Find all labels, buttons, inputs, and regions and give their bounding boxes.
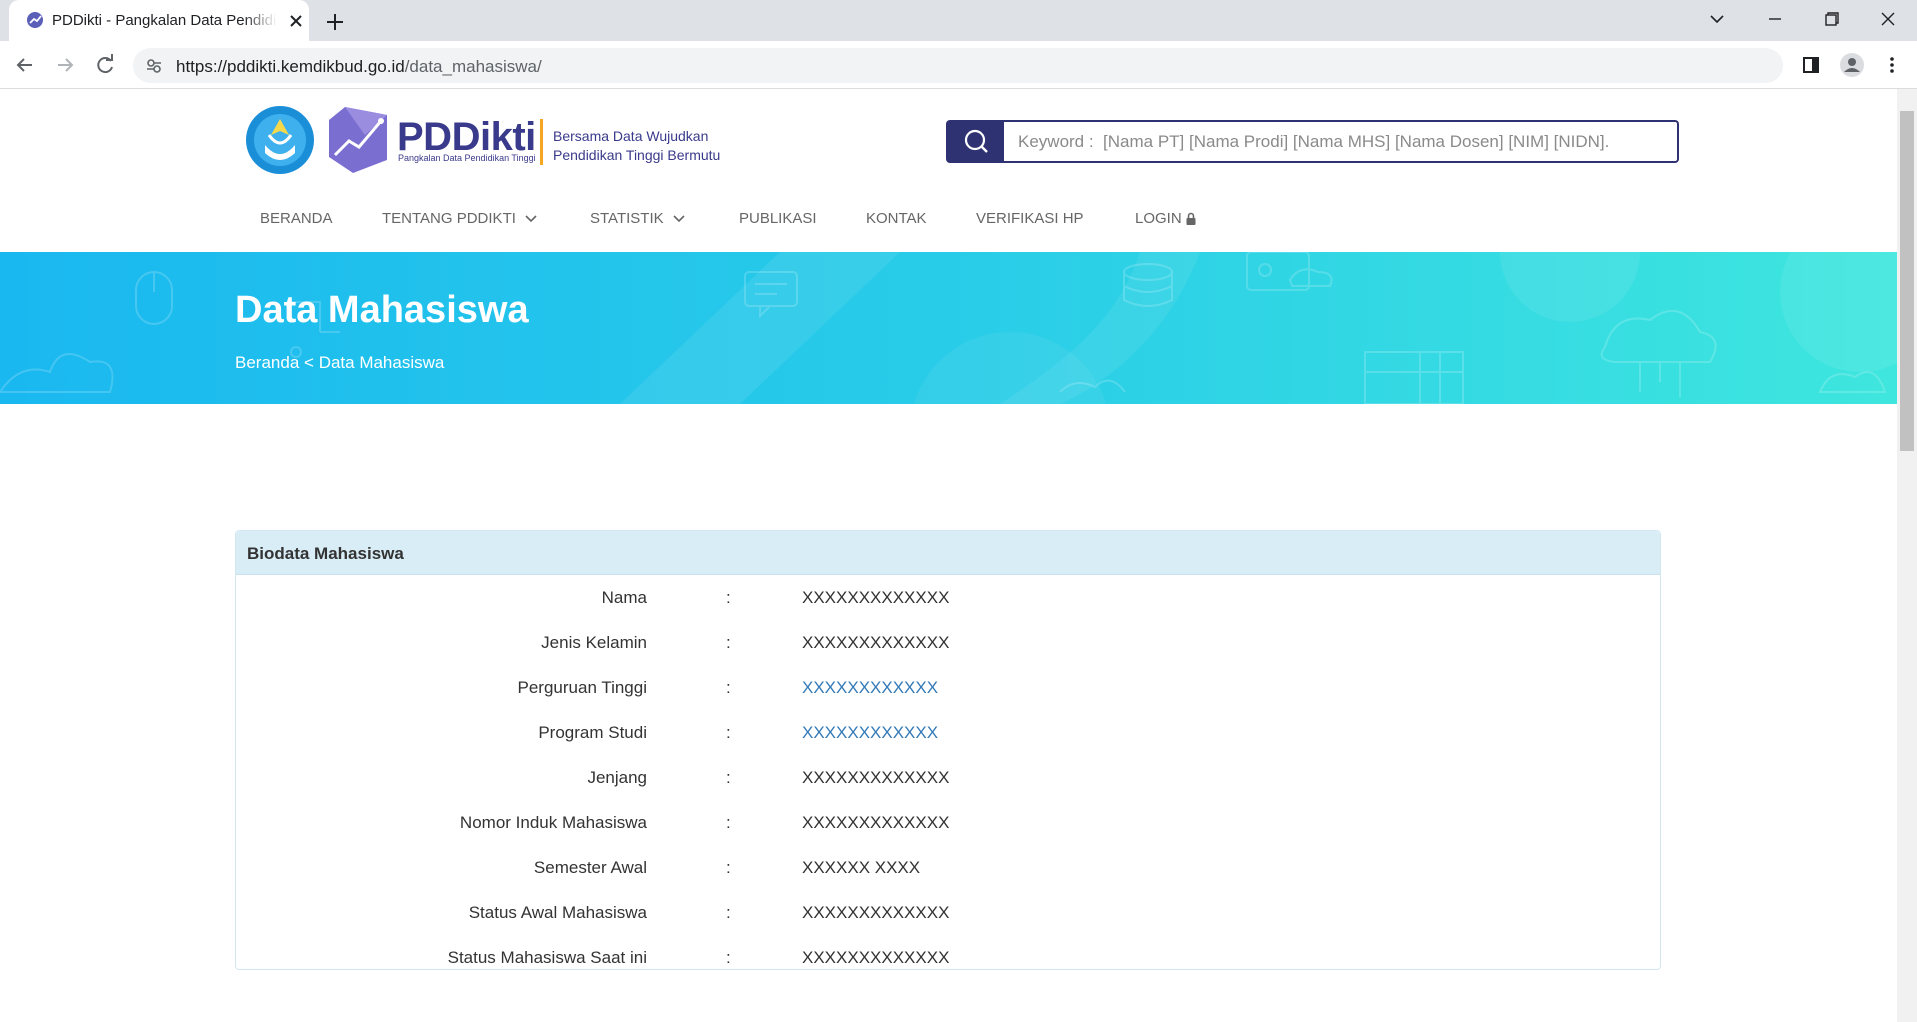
row-separator: : (726, 948, 731, 967)
nav-label: TENTANG PDDIKTI (382, 210, 516, 227)
row-value: XXXXXXXXXXXXX (802, 768, 950, 787)
perguruan-tinggi-link[interactable]: XXXXXXXXXXXX (802, 678, 938, 698)
row-separator: : (726, 858, 731, 877)
row-value: XXXXXXXXXXXXX (802, 588, 950, 607)
row-value: XXXXXXXXXXXXX (802, 903, 950, 922)
chevron-down-icon (673, 215, 685, 223)
logo-divider (540, 119, 543, 165)
nav-label: KONTAK (866, 210, 927, 227)
url-path: /data_mahasiswa/ (404, 57, 542, 76)
tagline-line-1: Bersama Data Wujudkan (553, 128, 709, 144)
row-label: Nama (601, 588, 647, 607)
row-separator: : (726, 588, 731, 607)
restore-icon[interactable] (1816, 6, 1846, 32)
browser-tabstrip: PDDikti - Pangkalan Data Pendidikan Ting… (0, 0, 1917, 41)
biodata-row-jenis-kelamin: Jenis Kelamin : XXXXXXXXXXXXX (236, 620, 1660, 665)
nav-item-publikasi[interactable]: PUBLIKASI (739, 204, 817, 234)
row-value: XXXXXX XXXX (802, 858, 921, 877)
pddikti-favicon-icon (27, 12, 43, 28)
row-separator: : (726, 813, 731, 832)
row-separator: : (726, 723, 731, 742)
tab-title: PDDikti - Pangkalan Data Pendidikan Ting… (52, 12, 277, 29)
panel-header: Biodata Mahasiswa (236, 531, 1660, 575)
nav-label: STATISTIK (590, 210, 664, 227)
nav-label: LOGIN (1135, 210, 1182, 227)
nav-item-beranda[interactable]: BERANDA (260, 204, 333, 234)
site-info-icon[interactable] (145, 57, 163, 75)
scrollbar-thumb[interactable] (1900, 111, 1914, 451)
biodata-row-program-studi: Program Studi : XXXXXXXXXXXX (236, 710, 1660, 755)
back-arrow-icon[interactable] (11, 51, 39, 79)
search-icon (964, 129, 988, 153)
tab-close-icon[interactable] (285, 10, 307, 32)
search-input[interactable] (1006, 122, 1676, 161)
lock-icon (1186, 212, 1196, 226)
forward-arrow-icon[interactable] (51, 51, 79, 79)
row-value: XXXXXXXXXXXXX (802, 948, 950, 967)
biodata-row-jenjang: Jenjang : XXXXXXXXXXXXX (236, 755, 1660, 800)
search-button[interactable] (948, 122, 1004, 161)
nav-item-login[interactable]: LOGIN (1135, 204, 1197, 234)
nav-item-verifikasi-hp[interactable]: VERIFIKASI HP (976, 204, 1084, 234)
tagline-line-2: Pendidikan Tinggi Bermutu (553, 147, 721, 163)
nav-item-statistik[interactable]: STATISTIK (590, 204, 686, 234)
tab-search-chevron-icon[interactable] (1702, 6, 1732, 32)
kemdikbud-seal-logo[interactable] (245, 105, 315, 175)
minimize-icon[interactable] (1760, 6, 1790, 32)
new-tab-icon[interactable] (322, 9, 348, 35)
panel-title: Biodata Mahasiswa (247, 544, 404, 563)
page-banner: Data Mahasiswa Beranda < Data Mahasiswa (0, 252, 1897, 404)
row-separator: : (726, 768, 731, 787)
breadcrumb-separator: < (304, 353, 314, 372)
nav-item-tentang-pddikti[interactable]: TENTANG PDDIKTI (382, 204, 538, 234)
nav-label: BERANDA (260, 210, 333, 227)
row-label: Jenis Kelamin (541, 633, 647, 652)
biodata-panel: Biodata Mahasiswa Nama : XXXXXXXXXXXXX J… (235, 530, 1661, 970)
url-text: https://pddikti.kemdikbud.go.id/data_mah… (176, 57, 542, 77)
nav-item-kontak[interactable]: KONTAK (866, 204, 927, 234)
logo-subtitle: Pangkalan Data Pendidikan Tinggi (398, 153, 536, 163)
nav-label: PUBLIKASI (739, 210, 817, 227)
tagline: Bersama Data Wujudkan Pendidikan Tinggi … (553, 127, 720, 165)
row-label: Nomor Induk Mahasiswa (459, 813, 647, 832)
biodata-row-semester-awal: Semester Awal : XXXXXX XXXX (236, 845, 1660, 890)
row-label: Status Mahasiswa Saat ini (447, 948, 647, 967)
breadcrumb-current: Data Mahasiswa (318, 353, 445, 372)
row-separator: : (726, 633, 731, 652)
page-scrollbar[interactable] (1897, 89, 1917, 1022)
row-label: Semester Awal (533, 858, 647, 877)
biodata-row-status-awal: Status Awal Mahasiswa : XXXXXXXXXXXXX (236, 890, 1660, 935)
address-bar[interactable]: https://pddikti.kemdikbud.go.id/data_mah… (133, 48, 1783, 83)
reload-icon[interactable] (91, 51, 119, 79)
row-label: Jenjang (587, 768, 647, 787)
search-box (946, 120, 1679, 163)
biodata-row-nim: Nomor Induk Mahasiswa : XXXXXXXXXXXXX (236, 800, 1660, 845)
page-viewport: PDDikti Pangkalan Data Pendidikan Tinggi… (0, 89, 1897, 1022)
row-separator: : (726, 678, 731, 697)
row-label: Status Awal Mahasiswa (468, 903, 647, 922)
row-value: XXXXXXXXXXXXX (802, 633, 950, 652)
page-title: Data Mahasiswa (235, 289, 529, 331)
biodata-row-status-saat-ini: Status Mahasiswa Saat ini : XXXXXXXXXXXX… (236, 935, 1660, 980)
biodata-row-perguruan-tinggi: Perguruan Tinggi : XXXXXXXXXXXX (236, 665, 1660, 710)
url-host: https://pddikti.kemdikbud.go.id (176, 57, 405, 76)
row-label: Perguruan Tinggi (517, 678, 647, 697)
biodata-row-nama: Nama : XXXXXXXXXXXXX (236, 575, 1660, 620)
pddikti-mark-logo[interactable] (325, 105, 391, 175)
browser-tab-active[interactable]: PDDikti - Pangkalan Data Pendidikan Ting… (9, 0, 309, 41)
window-close-icon[interactable] (1873, 6, 1903, 32)
chevron-down-icon (525, 215, 537, 223)
row-label: Program Studi (538, 723, 647, 742)
nav-label: VERIFIKASI HP (976, 210, 1084, 227)
side-panel-icon[interactable] (1797, 51, 1825, 79)
browser-toolbar: https://pddikti.kemdikbud.go.id/data_mah… (0, 41, 1917, 89)
profile-avatar-icon[interactable] (1838, 51, 1866, 79)
breadcrumb: Beranda < Data Mahasiswa (235, 353, 444, 373)
row-value: XXXXXXXXXXXXX (802, 813, 950, 832)
row-separator: : (726, 903, 731, 922)
program-studi-link[interactable]: XXXXXXXXXXXX (802, 723, 938, 743)
menu-kebab-icon[interactable] (1878, 51, 1906, 79)
breadcrumb-home-link[interactable]: Beranda (235, 353, 299, 372)
